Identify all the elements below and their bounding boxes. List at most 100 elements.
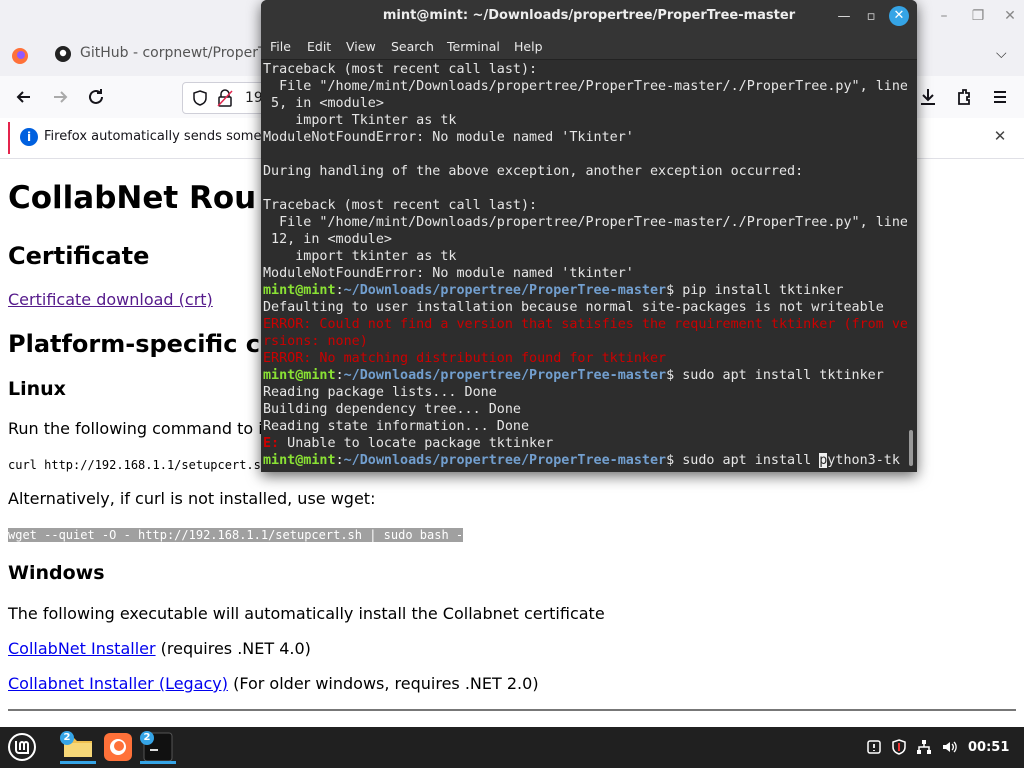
prompt-line: mint@mint:~/Downloads/propertree/ProperT… [263,282,843,299]
alternative-text: Alternatively, if curl is not installed,… [8,489,376,508]
clock[interactable]: 00:51 [968,740,1009,755]
extensions-icon[interactable] [952,85,976,109]
certificate-download-link[interactable]: Certificate download (crt) [8,290,213,309]
terminal-line: import Tkinter as tk [263,113,457,128]
prompt-separator: : [335,453,344,468]
firefox-icon [104,733,132,761]
files-launcher[interactable]: 2 [60,730,96,764]
menu-help[interactable]: Help [514,39,543,54]
certificate-heading: Certificate [8,242,150,270]
tab-list-chevron-icon[interactable]: ⌵ [996,46,1007,62]
prompt-dollar: $ [666,368,683,383]
prompt-separator: : [335,283,344,298]
collabnet-legacy-installer-link[interactable]: Collabnet Installer (Legacy) [8,674,228,693]
active-indicator [140,761,176,764]
horizontal-rule [8,709,1016,711]
terminal-menubar: File Edit View Search Terminal Help [261,33,917,60]
downloads-icon[interactable] [916,85,940,109]
terminal-line: 5, in <module> [263,96,384,111]
installer-note: (requires .NET 4.0) [155,639,311,658]
terminal-line: Reading state information... Done [263,419,530,434]
prompt-user: mint@mint [263,283,336,298]
terminal-launcher[interactable]: 2 [140,730,176,764]
error-text: Unable to locate package tktinker [279,436,554,451]
minimize-icon[interactable]: – [936,8,952,24]
terminal-window-count: 2 [140,731,154,745]
shield-icon[interactable] [891,739,907,755]
maximize-icon[interactable]: ❐ [970,8,986,24]
notification-accent [8,122,10,154]
menu-file[interactable]: File [270,39,291,54]
tracking-shield-icon[interactable] [191,89,209,107]
menu-view[interactable]: View [346,39,376,54]
terminal-titlebar[interactable]: mint@mint: ~/Downloads/propertree/Proper… [261,0,917,33]
menu-edit[interactable]: Edit [307,39,331,54]
current-prompt-line[interactable]: mint@mint:~/Downloads/propertree/ProperT… [263,452,900,469]
prompt-user: mint@mint [263,453,336,468]
firefox-view-icon[interactable] [8,44,32,68]
terminal-window[interactable]: mint@mint: ~/Downloads/propertree/Proper… [261,0,917,472]
collabnet-installer-link[interactable]: CollabNet Installer [8,639,156,658]
prompt-path: ~/Downloads/propertree/ProperTree-master [343,368,667,383]
reload-icon[interactable] [84,85,108,109]
prompt-path: ~/Downloads/propertree/ProperTree-master [343,453,667,468]
wget-command: wget --quiet -O - http://192.168.1.1/set… [8,528,464,542]
linux-instructions: Run the following command to i [8,419,263,438]
terminal-line: Reading package lists... Done [263,385,497,400]
terminal-scrollbar[interactable] [909,430,913,466]
prompt-line: mint@mint:~/Downloads/propertree/ProperT… [263,367,884,384]
terminal-line: Traceback (most recent call last): [263,62,538,77]
insecure-lock-icon[interactable] [217,89,233,107]
menu-terminal[interactable]: Terminal [447,39,500,54]
prompt-user: mint@mint [263,368,336,383]
error-prefix: E: [263,436,280,451]
volume-icon[interactable] [941,739,957,755]
command-text-rest: ython3-tk [827,453,900,468]
windows-heading: Windows [8,562,105,584]
active-indicator [60,761,96,764]
command-text: pip install tktinker [682,283,844,298]
prompt-separator: : [335,368,344,383]
installer-line: CollabNet Installer (requires .NET 4.0) [8,639,311,658]
back-arrow-icon[interactable] [12,85,36,109]
tab-title: GitHub - corpnewt/ProperTree [80,45,288,61]
terminal-close-icon[interactable]: ✕ [889,6,909,26]
notification-text: Firefox automatically sends some da [44,129,282,144]
terminal-maximize-icon[interactable]: ▫ [862,8,880,26]
curl-command: curl http://192.168.1.1/setupcert.s [8,458,261,472]
terminal-line: Traceback (most recent call last): [263,198,538,213]
firefox-launcher[interactable] [100,730,136,764]
terminal-line: File "/home/mint/Downloads/propertree/Pr… [263,215,907,230]
menu-search[interactable]: Search [391,39,434,54]
error-line: rsions: none) [263,334,368,349]
network-icon[interactable] [916,739,932,755]
terminal-line: 12, in <module> [263,232,392,247]
forward-arrow-icon[interactable] [48,85,72,109]
terminal-minimize-icon[interactable]: — [835,8,853,26]
close-notification-icon[interactable]: ✕ [992,128,1008,144]
error-line: E: Unable to locate package tktinker [263,435,553,452]
terminal-line: Defaulting to user installation because … [263,300,884,315]
info-icon: i [20,128,38,146]
update-manager-icon[interactable] [866,739,882,755]
prompt-dollar: $ [666,453,683,468]
prompt-dollar: $ [666,283,683,298]
taskbar: 2 2 00:51 [0,727,1024,768]
menu-hamburger-icon[interactable] [988,85,1012,109]
legacy-installer-note: (For older windows, requires .NET 2.0) [228,674,539,693]
close-window-icon[interactable]: ✕ [1002,8,1018,24]
page-title: CollabNet Rou [8,180,257,216]
error-line: ERROR: No matching distribution found fo… [263,351,667,366]
terminal-line: Building dependency tree... Done [263,402,521,417]
legacy-installer-line: Collabnet Installer (Legacy) (For older … [8,674,539,693]
mint-menu-icon[interactable] [4,730,40,764]
linux-heading: Linux [8,378,66,400]
error-line: ERROR: Could not find a version that sat… [263,317,907,332]
terminal-output[interactable]: Traceback (most recent call last): File … [263,60,907,470]
windows-instructions: The following executable will automatica… [8,604,605,623]
command-text: sudo apt install tktinker [682,368,884,383]
tab-github[interactable]: GitHub - corpnewt/ProperTree [44,40,287,68]
terminal-line: During handling of the above exception, … [263,164,804,179]
prompt-path: ~/Downloads/propertree/ProperTree-master [343,283,667,298]
command-text: sudo apt install [682,453,820,468]
